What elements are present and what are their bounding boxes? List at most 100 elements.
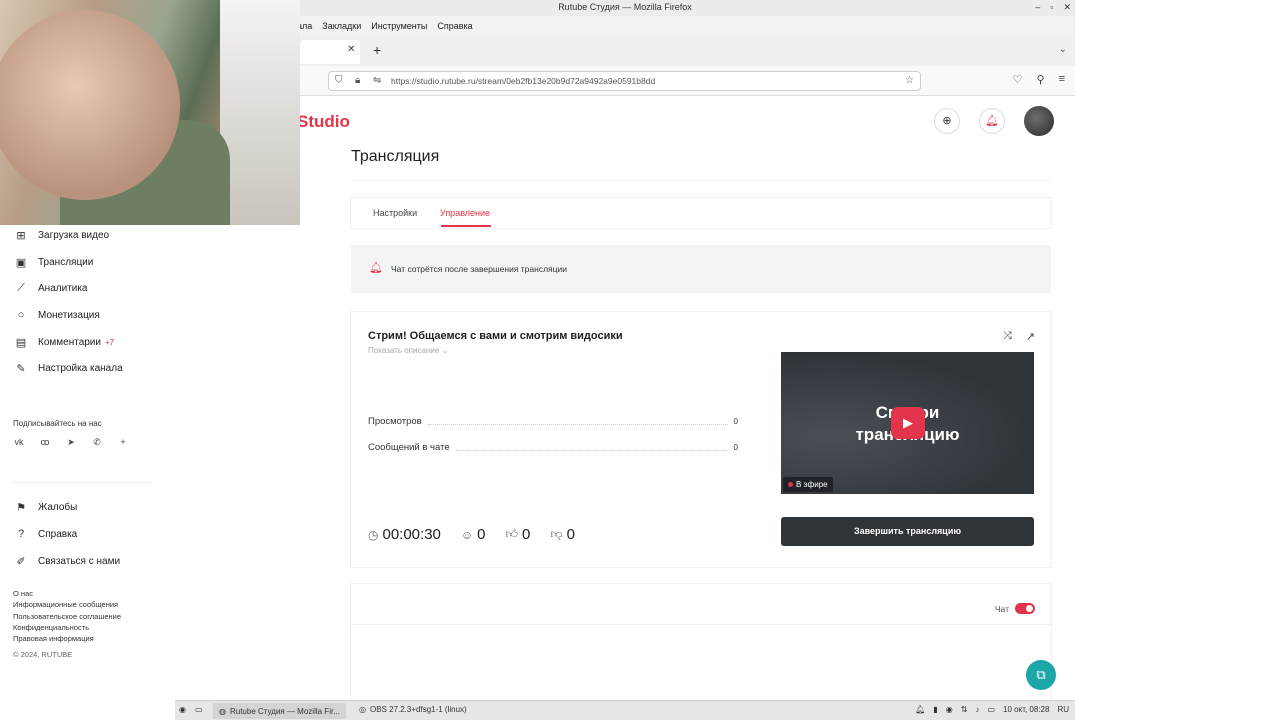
stat-label: Просмотров <box>368 416 422 427</box>
chat-toggle[interactable] <box>1015 603 1035 614</box>
add-content-icon[interactable]: ⊕ <box>934 108 960 134</box>
taskbar-obs[interactable]: ◎ OBS 27.2.3+dfsg1-1 (linux) <box>359 705 467 714</box>
sidebar-item-streams[interactable]: ▣ Трансляции <box>14 256 94 269</box>
ok-icon[interactable]: ꝏ <box>38 437 52 448</box>
viewers-value: 0 <box>477 526 486 543</box>
tab-settings[interactable]: Настройки <box>373 208 417 218</box>
firefox-icon: ◍ <box>219 706 226 716</box>
sidebar-item-help[interactable]: ? Справка <box>14 528 77 540</box>
share-icon[interactable]: ⤨ <box>1003 330 1012 343</box>
page-title: Трансляция <box>351 148 440 165</box>
studio-logo[interactable]: Studio <box>297 112 350 132</box>
stream-metrics: ◷ 00:00:30 ☺ 0 👍︎ 0 👎︎ 0 <box>368 526 575 543</box>
sidebar-item-upload[interactable]: ⊞ Загрузка видео <box>14 229 109 242</box>
url-bar[interactable]: ⛉ 🔒︎ ⇋ https://studio.rutube.ru/stream/0… <box>328 71 921 91</box>
footer-link-about[interactable]: О нас <box>13 588 121 599</box>
bookmark-star-icon[interactable]: ☆ <box>905 72 914 90</box>
clipboard-tray-icon[interactable]: ▮ <box>933 705 937 714</box>
support-chat-icon[interactable]: ⧉ <box>1026 660 1056 690</box>
stat-chat-messages: Сообщений в чате 0 <box>368 442 738 453</box>
stat-views: Просмотров 0 <box>368 416 738 427</box>
file-manager-icon[interactable]: ▭ <box>195 705 203 714</box>
divider <box>12 482 152 483</box>
clock[interactable]: 10 окт, 08:28 <box>1003 705 1049 714</box>
user-icon: ☺ <box>460 527 474 542</box>
dislikes-value: 0 <box>566 526 575 543</box>
active-tab-indicator <box>441 225 491 227</box>
start-menu-icon[interactable]: ◉ <box>179 705 186 714</box>
viber-icon[interactable]: ✆ <box>90 437 104 448</box>
shield-icon[interactable]: ⛉ <box>335 72 343 90</box>
flag-icon: ⚑ <box>16 502 26 514</box>
extensions-icon[interactable]: ⚲ <box>1037 73 1045 86</box>
notice-text: Чат сотрётся после завершения трансляции <box>391 264 568 274</box>
footer-links: О нас Информационные сообщения Пользоват… <box>13 588 121 644</box>
new-tab-icon[interactable]: + <box>373 42 381 58</box>
keyboard-layout[interactable]: RU <box>1057 705 1069 714</box>
list-tabs-icon[interactable]: ⌄ <box>1059 44 1067 55</box>
obs-tray-icon[interactable]: ◉ <box>946 705 953 714</box>
sidebar-item-contact[interactable]: ✐ Связаться с нами <box>14 555 120 568</box>
footer-link-info[interactable]: Информационные сообщения <box>13 599 121 610</box>
system-tray: 🔔︎ ▮ ◉ ⇅ ♪ ▭ 10 окт, 08:28 RU <box>915 705 1069 714</box>
pen-icon: ✐ <box>16 556 26 568</box>
sidebar-area: ⊞ Загрузка видео ▣ Трансляции ⟋ Аналитик… <box>0 225 175 720</box>
permissions-icon[interactable]: ⇋ <box>373 72 381 90</box>
play-icon[interactable]: ▶ <box>891 407 925 439</box>
menu-item-bookmarks[interactable]: Закладки <box>322 21 361 31</box>
chevron-down-icon[interactable]: ⌄ <box>442 346 449 355</box>
volume-tray-icon[interactable]: ♪ <box>975 705 979 714</box>
tab-close-icon[interactable]: ✕ <box>347 44 355 55</box>
avatar[interactable] <box>1024 106 1054 136</box>
comments-badge: +7 <box>104 338 115 347</box>
taskbar-firefox[interactable]: ◍ Rutube Студия — Mozilla Fir... <box>213 703 346 719</box>
stat-value: 0 <box>733 443 738 452</box>
sidebar-item-label: Загрузка видео <box>38 230 110 241</box>
close-icon[interactable]: ✕ <box>1063 0 1071 15</box>
lock-icon[interactable]: 🔒︎ <box>355 72 360 90</box>
vk-icon[interactable]: vk <box>12 437 26 448</box>
empty-screen-area <box>1075 0 1280 720</box>
network-tray-icon[interactable]: ⇅ <box>961 705 968 714</box>
end-stream-button[interactable]: Завершить трансляцию <box>781 517 1034 546</box>
telegram-icon[interactable]: ➤ <box>64 437 78 448</box>
social-links: vk ꝏ ➤ ✆ + <box>12 437 130 448</box>
upload-icon: ⊞ <box>16 230 26 242</box>
webcam-overlay <box>0 0 300 225</box>
external-link-icon[interactable]: ↗ <box>1026 330 1035 343</box>
display-tray-icon[interactable]: ▭ <box>987 705 995 714</box>
bell-tray-icon[interactable]: 🔔︎ <box>915 705 925 714</box>
pocket-icon[interactable]: ♡ <box>1013 73 1023 86</box>
show-description-label[interactable]: Показать описание <box>368 346 439 355</box>
minimize-icon[interactable]: – <box>1035 0 1040 15</box>
notifications-bell-icon[interactable]: 🔔︎ <box>979 108 1005 134</box>
divider <box>351 180 1051 181</box>
sidebar-item-analytics[interactable]: ⟋ Аналитика <box>14 282 88 295</box>
menu-item-tools[interactable]: Инструменты <box>371 21 427 31</box>
menu-bar: ала Закладки Инструменты Справка <box>175 16 1075 36</box>
url-text[interactable]: https://studio.rutube.ru/stream/0eb2fb13… <box>391 76 655 86</box>
chat-card: Чат <box>351 584 1051 704</box>
likes-value: 0 <box>522 526 531 543</box>
footer-link-legal[interactable]: Правовая информация <box>13 633 121 644</box>
tab-management[interactable]: Управление <box>440 208 490 218</box>
stream-preview[interactable]: Смотри трансляцию ▶ В эфире <box>781 352 1034 494</box>
window-titlebar: Rutube Студия — Mozilla Firefox – ▫ ✕ <box>175 0 1075 16</box>
sidebar-item-channel-settings[interactable]: ✎ Настройка канала <box>14 362 122 375</box>
coin-icon: ○ <box>17 309 25 321</box>
more-icon[interactable]: + <box>116 437 130 448</box>
sidebar-item-monetization[interactable]: ○ Монетизация <box>14 309 100 321</box>
tab-bar: ✕ + ⌄ <box>175 36 1075 66</box>
hamburger-menu-icon[interactable]: ≡ <box>1059 73 1065 86</box>
tabs-card: Настройки Управление <box>351 198 1051 228</box>
sidebar-item-comments[interactable]: ▤ Комментарии +7 <box>14 336 114 349</box>
footer-link-agreement[interactable]: Пользовательское соглашение <box>13 611 121 622</box>
show-description-link[interactable]: Показать описание ⌄ <box>368 346 448 355</box>
menu-item-help[interactable]: Справка <box>437 21 472 31</box>
footer-link-privacy[interactable]: Конфиденциальность <box>13 622 121 633</box>
analytics-icon: ⟋ <box>17 282 25 294</box>
sidebar-item-label: Аналитика <box>38 283 88 294</box>
sidebar-item-complaints[interactable]: ⚑ Жалобы <box>14 501 77 514</box>
timer: ◷ 00:00:30 <box>368 526 441 543</box>
maximize-icon[interactable]: ▫ <box>1050 0 1053 15</box>
